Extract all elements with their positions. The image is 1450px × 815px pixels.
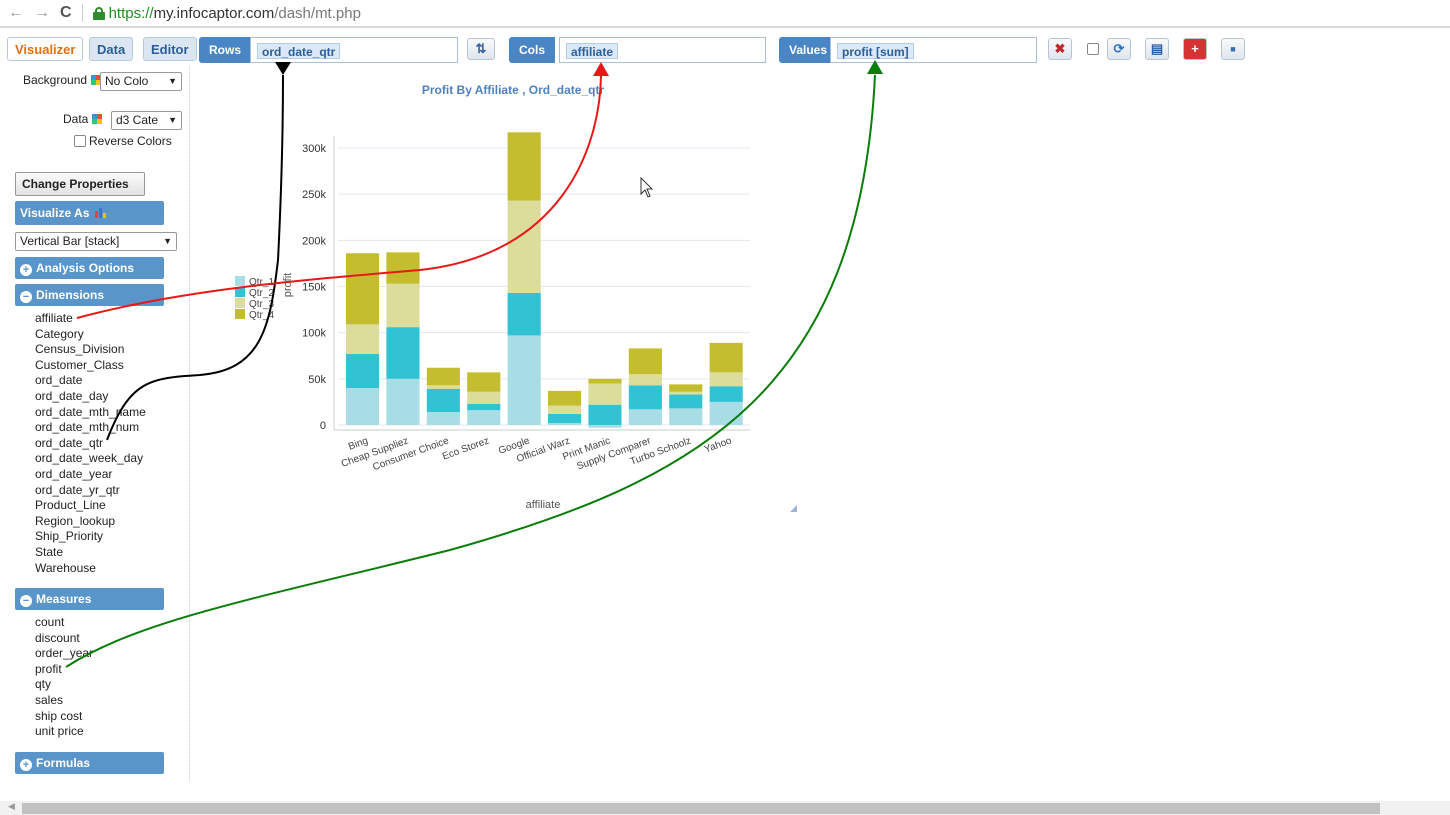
bar-segment[interactable] [709, 342, 743, 373]
bar-segment[interactable] [588, 383, 622, 405]
chart-area: Profit By Affiliate , Ord_date_qtr 0 50k 1… [65, 60, 883, 668]
resize-handle-icon[interactable] [790, 505, 797, 512]
horizontal-scrollbar[interactable]: ◀ [0, 801, 1450, 815]
bar-segment[interactable] [386, 327, 420, 379]
bar-segment[interactable] [426, 367, 460, 386]
bar-segment[interactable] [467, 403, 501, 411]
bar-segment[interactable] [426, 385, 460, 389]
x-axis: BingCheap SuppliezConsumer ChoiceEco Sto… [340, 435, 734, 473]
bar-segment[interactable] [588, 378, 622, 384]
bar-segment[interactable] [588, 425, 622, 428]
y-tick-label: 150k [302, 282, 326, 294]
bar-segment[interactable] [548, 390, 582, 406]
bar-segment[interactable] [628, 348, 662, 375]
bar-segment[interactable] [346, 388, 380, 425]
rows-annotation-arrow [106, 74, 284, 441]
bar-segment[interactable] [669, 384, 703, 392]
bar-segment[interactable] [548, 423, 582, 425]
values-arrowhead-icon [867, 60, 883, 74]
bar-segment[interactable] [669, 408, 703, 425]
bar-segment[interactable] [507, 200, 541, 293]
bar-segment[interactable] [628, 385, 662, 410]
x-tick-label: Eco Storez [441, 435, 491, 462]
y-tick-label: 50k [308, 374, 326, 386]
x-tick-label: Yahoo [703, 435, 734, 455]
bar-segment[interactable] [426, 412, 460, 425]
bar-segment[interactable] [709, 401, 743, 425]
legend-swatch [235, 298, 245, 308]
bar-segment[interactable] [346, 253, 380, 325]
bar-segment[interactable] [628, 409, 662, 425]
bar-segment[interactable] [346, 324, 380, 354]
x-axis-label: affiliate [526, 499, 561, 511]
chart-bars [346, 132, 743, 428]
y-tick-label: 300k [302, 143, 326, 155]
bar-segment[interactable] [507, 292, 541, 336]
chart-title: Profit By Affiliate , Ord_date_qtr [422, 83, 605, 97]
y-tick-label: 0 [320, 420, 326, 432]
bar-segment[interactable] [467, 391, 501, 404]
bar-segment[interactable] [588, 404, 622, 425]
bar-segment[interactable] [386, 378, 420, 425]
bar-segment[interactable] [386, 283, 420, 328]
bar-segment[interactable] [709, 372, 743, 387]
y-tick-label: 100k [302, 328, 326, 340]
legend-swatch [235, 276, 245, 286]
scrollbar-thumb[interactable] [22, 803, 1380, 814]
bar-segment[interactable] [507, 132, 541, 201]
bar-segment[interactable] [426, 388, 460, 413]
legend-swatch [235, 309, 245, 319]
bar-segment[interactable] [628, 374, 662, 386]
bar-segment[interactable] [467, 372, 501, 392]
y-tick-label: 200k [302, 235, 326, 247]
cols-arrowhead-icon [593, 62, 609, 76]
y-tick-label: 250k [302, 189, 326, 201]
bar-segment[interactable] [548, 405, 582, 414]
y-axis-label: profit [282, 273, 294, 297]
bar-segment[interactable] [669, 394, 703, 409]
rows-arrowhead-icon [275, 62, 291, 75]
bar-segment[interactable] [709, 386, 743, 402]
bar-segment[interactable] [507, 335, 541, 425]
legend-label: Qtr_2 [249, 288, 274, 299]
bar-segment[interactable] [467, 410, 501, 425]
scroll-left-icon[interactable]: ◀ [8, 801, 15, 812]
bar-segment[interactable] [548, 413, 582, 424]
bar-segment[interactable] [346, 353, 380, 389]
values-annotation-arrow [65, 74, 876, 668]
bar-segment[interactable] [669, 391, 703, 395]
bar-segment[interactable] [386, 252, 420, 284]
annotation-arrows [65, 60, 883, 668]
